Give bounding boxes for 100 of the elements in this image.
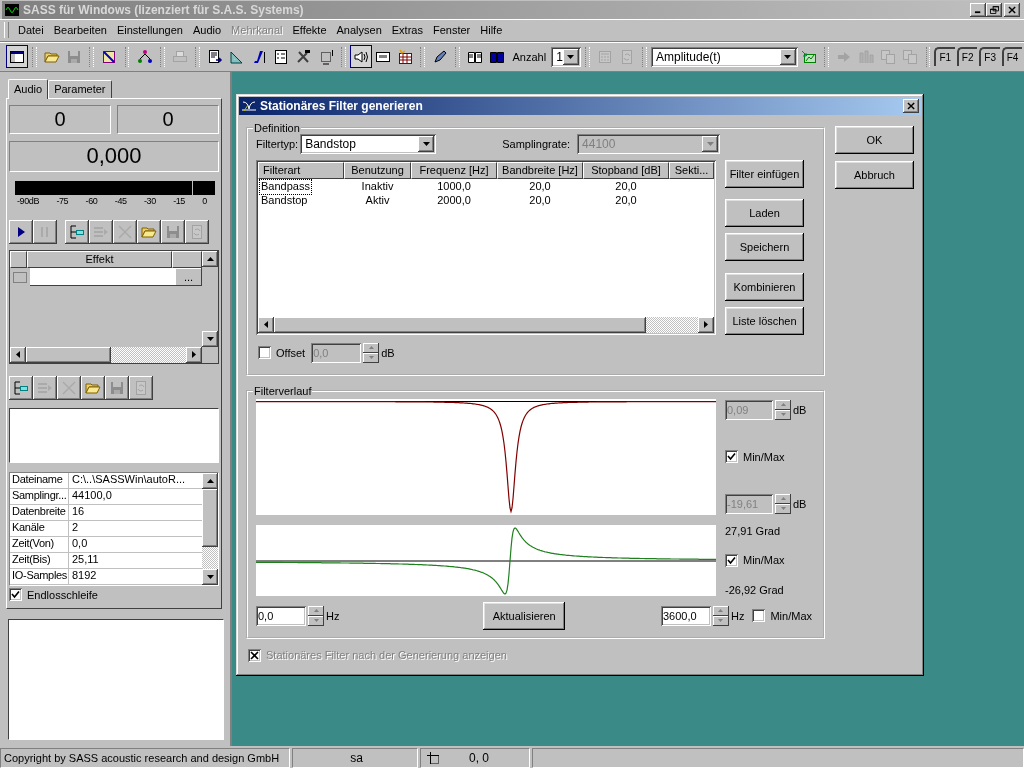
toolbar-grip[interactable]	[89, 46, 95, 67]
column-header: Effekt	[27, 250, 172, 268]
tool-button[interactable]	[81, 375, 105, 400]
scroll-down-button[interactable]	[202, 330, 218, 347]
spin-down-button[interactable]	[775, 503, 791, 514]
scrollbar[interactable]	[202, 250, 218, 347]
menu-item[interactable]: Hilfe	[475, 21, 508, 40]
function-key-button[interactable]: F2	[956, 47, 978, 67]
toolbar-button[interactable]	[6, 45, 29, 69]
count-dropdown[interactable]: 1	[551, 46, 581, 67]
checkbox[interactable]	[9, 588, 22, 602]
scroll-up-button[interactable]	[202, 472, 218, 489]
menu-item[interactable]: Effekte	[287, 21, 332, 40]
scroll-up-button[interactable]	[202, 250, 218, 267]
spin-down-button[interactable]	[363, 352, 380, 363]
tab[interactable]: Parameter	[48, 79, 112, 98]
toolbar-grip[interactable]	[159, 46, 165, 67]
spin-up-button[interactable]	[775, 493, 791, 504]
spin-down-button[interactable]	[308, 615, 324, 626]
tool-button[interactable]	[9, 375, 33, 400]
dropdown-arrow-button[interactable]	[779, 48, 796, 65]
view-dropdown[interactable]: Amplitude(t)	[651, 46, 798, 67]
close-button[interactable]	[1004, 2, 1020, 17]
toolbar-grip[interactable]	[642, 46, 647, 67]
column-header[interactable]: Stopband [dB]	[583, 161, 669, 179]
toolbar-grip[interactable]	[32, 46, 38, 67]
checkbox[interactable]	[752, 609, 766, 623]
dialog-button[interactable]: Speichern	[725, 232, 804, 261]
chart-icon	[800, 48, 817, 65]
update-button[interactable]: Aktualisieren	[483, 601, 566, 630]
printer-icon	[171, 48, 188, 65]
minimize-button[interactable]	[970, 2, 986, 17]
scroll-thumb[interactable]	[274, 316, 646, 333]
dialog-button[interactable]: Abbruch	[835, 160, 914, 189]
grip-handle[interactable]	[4, 22, 9, 39]
dialog-button[interactable]: Liste löschen	[725, 306, 804, 335]
copy-icon	[880, 48, 897, 65]
close-button[interactable]	[903, 98, 919, 113]
scrollbar[interactable]	[202, 472, 218, 585]
menu-item[interactable]: Bearbeiten	[48, 21, 112, 40]
tool-button[interactable]	[137, 219, 161, 244]
checkbox[interactable]	[725, 450, 738, 464]
column-header[interactable]: Filterart	[258, 161, 344, 179]
spin-up-button[interactable]	[713, 605, 729, 616]
dialog-button[interactable]: Laden	[725, 198, 804, 227]
text-area[interactable]	[9, 407, 219, 463]
status-text: Copyright by SASS acoustic research and design GmbH	[0, 748, 290, 768]
property-name: Dateiname	[10, 472, 69, 488]
dialog-button[interactable]: OK	[835, 125, 914, 154]
list-row[interactable]: Bandpass Inaktiv 1000,0 20,0 20,0	[258, 179, 714, 194]
menu-item[interactable]: Fenster	[427, 21, 476, 40]
spin-up-button[interactable]	[363, 342, 380, 353]
toolbar-grip[interactable]	[455, 46, 461, 67]
dialog-button[interactable]: Filter einfügen	[725, 159, 804, 188]
menu-item[interactable]: Audio	[187, 21, 227, 40]
toolbar-grip[interactable]	[584, 46, 590, 67]
toolbar-grip[interactable]	[194, 46, 200, 67]
spin-down-button[interactable]	[713, 615, 729, 626]
spin-up-button[interactable]	[775, 399, 791, 410]
list-row[interactable]: Bandstop Aktiv 2000,0 20,0 20,0	[258, 193, 714, 208]
left-arrow-icon	[16, 351, 20, 359]
scroll-right-button[interactable]	[698, 316, 714, 333]
tool-button[interactable]	[9, 219, 33, 244]
start-frequency-field[interactable]: 0,0	[256, 605, 306, 626]
column-header[interactable]: Bandbreite [Hz]	[497, 161, 583, 179]
toolbar-grip[interactable]	[420, 46, 426, 67]
toolbar-grip[interactable]	[124, 46, 130, 67]
scroll-left-button[interactable]	[258, 316, 274, 333]
menu-item[interactable]: Einstellungen	[111, 21, 188, 40]
slash-icon	[251, 48, 268, 65]
toolbar-grip[interactable]	[823, 46, 829, 67]
column-header[interactable]: Sekti...	[669, 161, 714, 179]
dropdown-arrow-button[interactable]	[418, 135, 435, 152]
end-frequency-field[interactable]: 3600,0	[661, 605, 711, 626]
filter-type-dropdown[interactable]: Bandstop	[300, 133, 437, 154]
property-name: Samplingr...	[10, 488, 69, 504]
scrollbar[interactable]	[258, 316, 714, 333]
dialog-button[interactable]: Kombinieren	[725, 272, 804, 301]
scroll-thumb[interactable]	[202, 488, 218, 547]
tool-button[interactable]	[65, 219, 89, 244]
function-key-button[interactable]: F4	[1001, 47, 1023, 67]
menu-item[interactable]: Datei	[13, 21, 49, 40]
dropdown-arrow-button[interactable]	[562, 48, 579, 65]
copy-icon	[902, 48, 919, 65]
function-key-button[interactable]: F3	[979, 47, 1000, 67]
toolbar-grip[interactable]	[925, 46, 931, 67]
checkbox[interactable]	[725, 553, 738, 567]
column-header[interactable]: Frequenz [Hz]	[411, 161, 497, 179]
restore-button[interactable]	[986, 2, 1002, 17]
function-key-button[interactable]: F1	[934, 47, 955, 67]
menu-item[interactable]: Analysen	[331, 21, 387, 40]
spin-up-button[interactable]	[308, 605, 324, 616]
menu-item[interactable]: Extras	[386, 21, 428, 40]
meter-scale-label: -45	[114, 195, 127, 208]
tab[interactable]: Audio	[8, 78, 49, 99]
spin-down-button[interactable]	[775, 409, 791, 420]
meter-scale-label: -90dB	[17, 195, 40, 208]
column-header[interactable]: Benutzung	[344, 161, 411, 179]
toolbar-grip[interactable]	[340, 46, 346, 67]
toolbar-button[interactable]	[349, 45, 372, 69]
